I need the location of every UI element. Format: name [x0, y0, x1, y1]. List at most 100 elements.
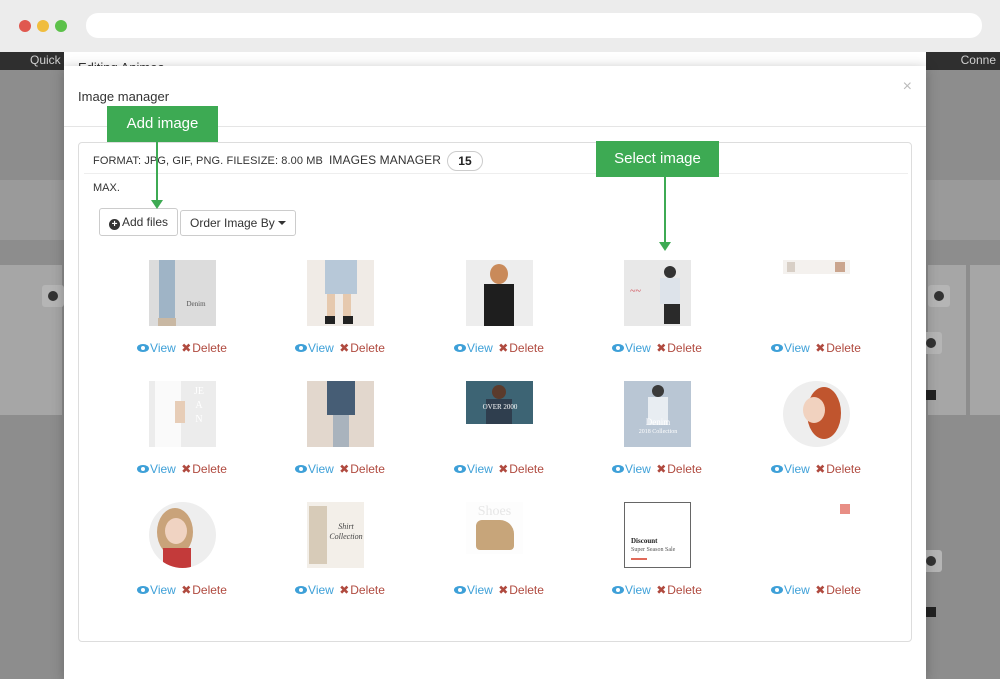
view-link[interactable]: View	[454, 462, 493, 476]
thumb-text: Shoes	[477, 504, 512, 519]
view-label: View	[308, 341, 334, 355]
delete-link[interactable]: ✖Delete	[656, 341, 702, 355]
eye-icon	[454, 344, 467, 352]
images-panel: FORMAT: JPG, GIF, PNG. FILESIZE: 8.00 MB…	[78, 142, 912, 642]
delete-x-icon: ✖	[339, 341, 350, 355]
delete-link[interactable]: ✖Delete	[181, 583, 227, 597]
delete-label: Delete	[826, 462, 861, 476]
delete-label: Delete	[192, 341, 227, 355]
window-minimize-dot[interactable]	[37, 20, 49, 32]
delete-x-icon: ✖	[181, 341, 192, 355]
topbar-quick-access[interactable]: Quick	[30, 52, 61, 68]
image-item: Denim 2018 Collection View ✖Delete	[577, 381, 737, 496]
delete-link[interactable]: ✖Delete	[656, 462, 702, 476]
image-thumbnail[interactable]: Denim	[149, 260, 216, 326]
add-image-arrow	[156, 142, 158, 200]
delete-link[interactable]: ✖Delete	[498, 462, 544, 476]
delete-x-icon: ✖	[815, 341, 826, 355]
image-thumbnail[interactable]	[783, 260, 850, 326]
image-thumbnail[interactable]	[307, 381, 374, 447]
image-thumbnail[interactable]: JEAN	[149, 381, 216, 447]
thumb-text: 2018 Collection	[638, 429, 678, 435]
delete-x-icon: ✖	[498, 462, 509, 476]
view-link[interactable]: View	[612, 341, 651, 355]
window-zoom-dot[interactable]	[55, 20, 67, 32]
delete-label: Delete	[192, 583, 227, 597]
delete-link[interactable]: ✖Delete	[339, 583, 385, 597]
view-link[interactable]: View	[295, 583, 334, 597]
delete-label: Delete	[667, 462, 702, 476]
view-link[interactable]: View	[454, 341, 493, 355]
delete-link[interactable]: ✖Delete	[181, 341, 227, 355]
view-label: View	[625, 583, 651, 597]
image-thumbnail[interactable]: Denim 2018 Collection	[624, 381, 691, 447]
view-link[interactable]: View	[295, 462, 334, 476]
delete-link[interactable]: ✖Delete	[815, 583, 861, 597]
image-item: View ✖Delete	[419, 260, 579, 375]
backdrop-panel-far-right	[970, 265, 1000, 415]
image-item: View ✖Delete	[736, 260, 896, 375]
view-link[interactable]: View	[137, 462, 176, 476]
eye-icon	[295, 344, 308, 352]
view-label: View	[308, 583, 334, 597]
backdrop-add-icon	[42, 285, 64, 307]
view-link[interactable]: View	[612, 462, 651, 476]
view-link[interactable]: View	[454, 583, 493, 597]
eye-icon	[771, 586, 784, 594]
window-close-dot[interactable]	[19, 20, 31, 32]
delete-link[interactable]: ✖Delete	[815, 341, 861, 355]
delete-link[interactable]: ✖Delete	[815, 462, 861, 476]
view-link[interactable]: View	[612, 583, 651, 597]
delete-label: Delete	[667, 583, 702, 597]
image-item: View ✖Delete	[260, 260, 420, 375]
eye-icon	[454, 465, 467, 473]
eye-icon	[137, 344, 150, 352]
thumb-text: Denim	[645, 417, 671, 427]
address-bar[interactable]	[86, 13, 982, 38]
image-thumbnail[interactable]	[466, 260, 533, 326]
eye-icon	[771, 465, 784, 473]
view-link[interactable]: View	[137, 583, 176, 597]
image-thumbnail[interactable]	[307, 260, 374, 326]
view-label: View	[467, 583, 493, 597]
delete-link[interactable]: ✖Delete	[498, 583, 544, 597]
image-item: Shirt Collection View ✖Delete	[260, 502, 420, 617]
eye-icon	[612, 586, 625, 594]
delete-link[interactable]: ✖Delete	[339, 462, 385, 476]
delete-link[interactable]: ✖Delete	[498, 341, 544, 355]
image-thumbnail[interactable]: Shirt Collection	[307, 502, 364, 568]
delete-x-icon: ✖	[656, 341, 667, 355]
view-link[interactable]: View	[771, 462, 810, 476]
delete-x-icon: ✖	[815, 462, 826, 476]
image-item: View ✖Delete	[736, 381, 896, 496]
image-thumbnail[interactable]	[783, 502, 850, 568]
delete-x-icon: ✖	[339, 462, 350, 476]
view-link[interactable]: View	[295, 341, 334, 355]
delete-link[interactable]: ✖Delete	[339, 341, 385, 355]
view-label: View	[625, 341, 651, 355]
delete-label: Delete	[826, 583, 861, 597]
view-link[interactable]: View	[771, 583, 810, 597]
image-item: OVER 2000 View ✖Delete	[419, 381, 579, 496]
eye-icon	[137, 465, 150, 473]
eye-icon	[295, 465, 308, 473]
view-link[interactable]: View	[137, 341, 176, 355]
delete-label: Delete	[350, 583, 385, 597]
thumb-text: JEAN	[194, 386, 204, 425]
image-thumbnail[interactable]: Shoes	[466, 502, 523, 554]
view-label: View	[784, 583, 810, 597]
image-thumbnail[interactable]	[783, 381, 850, 447]
delete-link[interactable]: ✖Delete	[181, 462, 227, 476]
image-thumbnail[interactable]: Discount Super Season Sale	[624, 502, 691, 568]
image-thumbnail[interactable]	[149, 502, 216, 568]
delete-link[interactable]: ✖Delete	[656, 583, 702, 597]
image-thumbnail[interactable]: ~~	[624, 260, 691, 326]
image-thumbnail[interactable]: OVER 2000	[466, 381, 533, 424]
close-icon[interactable]: ×	[903, 79, 912, 95]
add-image-arrow-head	[151, 200, 163, 209]
delete-x-icon: ✖	[498, 583, 509, 597]
eye-icon	[771, 344, 784, 352]
view-link[interactable]: View	[771, 341, 810, 355]
topbar-connect[interactable]: Conne	[961, 52, 996, 68]
delete-label: Delete	[192, 462, 227, 476]
